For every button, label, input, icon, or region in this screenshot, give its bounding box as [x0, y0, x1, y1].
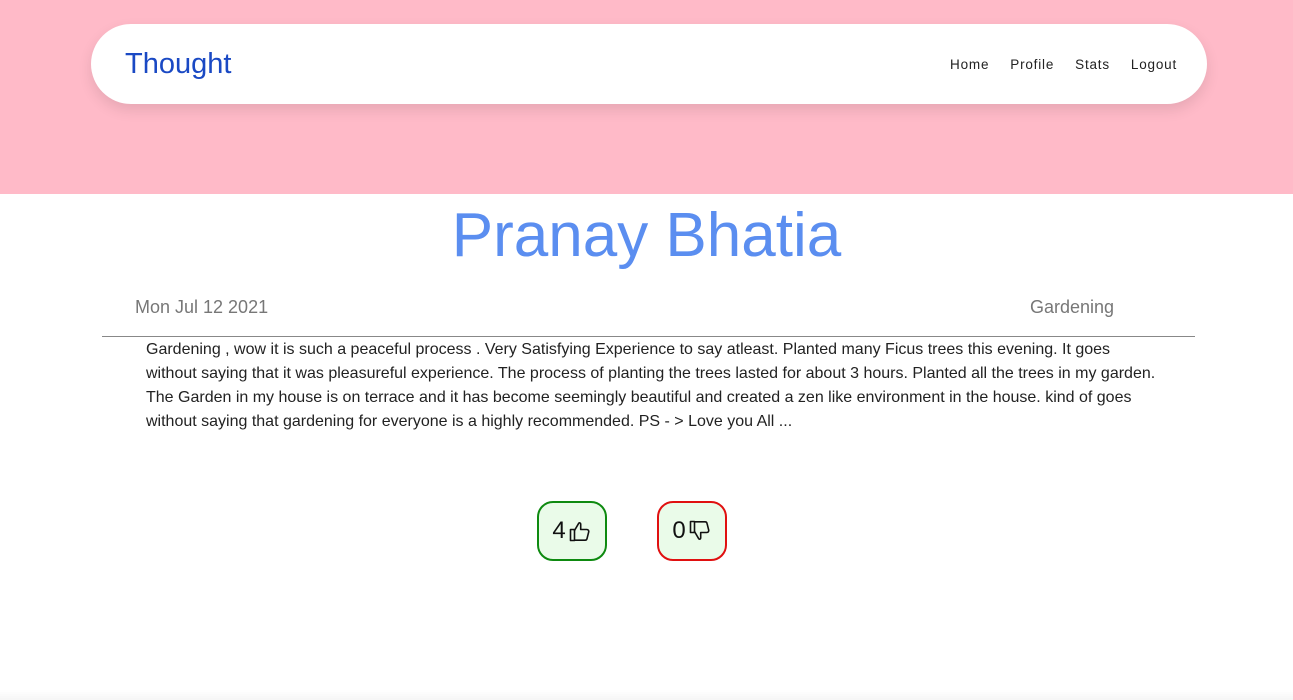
like-count: 4 — [552, 517, 566, 544]
bottom-shadow — [0, 690, 1293, 700]
dislike-button[interactable]: 0 — [657, 501, 727, 561]
like-button[interactable]: 4 — [537, 501, 607, 561]
thumbs-down-icon — [688, 519, 712, 543]
post-author: Pranay Bhatia — [451, 201, 842, 270]
thumbs-up-icon — [568, 519, 592, 543]
divider — [102, 336, 1195, 337]
nav-links: Home Profile Stats Logout — [950, 24, 1177, 104]
post-date: Mon Jul 12 2021 — [135, 297, 269, 317]
navbar: Thought Home Profile Stats Logout — [91, 24, 1207, 104]
nav-link-stats[interactable]: Stats — [1075, 57, 1110, 72]
nav-link-profile[interactable]: Profile — [1010, 57, 1054, 72]
post-content: Gardening , wow it is such a peaceful pr… — [146, 341, 1156, 430]
nav-link-home[interactable]: Home — [950, 57, 989, 72]
post-category: Gardening — [1029, 297, 1114, 317]
dislike-count: 0 — [672, 517, 686, 544]
brand-logo[interactable]: Thought — [125, 24, 231, 104]
nav-link-logout[interactable]: Logout — [1131, 57, 1177, 72]
